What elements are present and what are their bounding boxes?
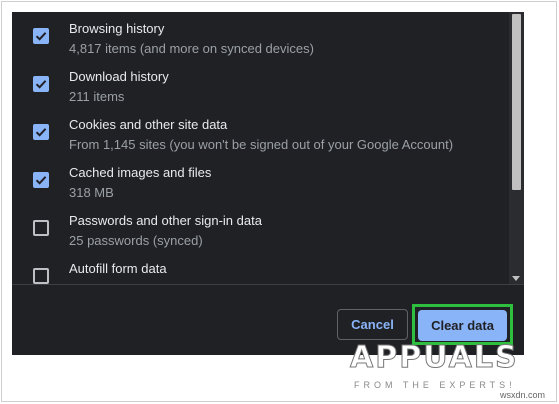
item-autofill[interactable]: Autofill form data [12,252,508,284]
checkbox-checked-icon[interactable] [33,76,49,92]
item-subtitle: From 1,145 sites (you won't be signed ou… [69,137,454,152]
checkbox-checked-icon[interactable] [33,124,49,140]
clear-data-button[interactable]: Clear data [418,310,507,341]
watermark-text: wsxdn.com [500,390,546,400]
checkbox-unchecked-icon[interactable] [33,268,49,284]
item-browsing-history[interactable]: Browsing history 4,817 items (and more o… [12,12,508,60]
item-title: Cookies and other site data [69,117,228,132]
item-title: Autofill form data [69,261,167,276]
data-type-list: Browsing history 4,817 items (and more o… [12,12,508,284]
item-subtitle: 318 MB [69,185,114,200]
cancel-button[interactable]: Cancel [337,309,408,340]
item-cached-images[interactable]: Cached images and files 318 MB [12,156,508,204]
screenshot-frame: Browsing history 4,817 items (and more o… [1,1,557,402]
footer-divider [12,284,524,285]
item-title: Download history [69,69,169,84]
item-cookies[interactable]: Cookies and other site data From 1,145 s… [12,108,508,156]
item-subtitle: 211 items [69,89,125,104]
item-title: Cached images and files [69,165,212,180]
item-title: Passwords and other sign-in data [69,213,262,228]
item-download-history[interactable]: Download history 211 items [12,60,508,108]
item-subtitle: 25 passwords (synced) [69,233,203,248]
logo-text: APPUALS [350,340,519,376]
list-scrollbar[interactable] [509,12,524,284]
checkbox-unchecked-icon[interactable] [33,220,49,236]
item-passwords[interactable]: Passwords and other sign-in data 25 pass… [12,204,508,252]
clear-browsing-data-dialog: Browsing history 4,817 items (and more o… [12,12,524,355]
checkbox-checked-icon[interactable] [33,28,49,44]
item-title: Browsing history [69,21,165,36]
item-subtitle: 4,817 items (and more on synced devices) [69,41,314,56]
scroll-down-arrow-icon[interactable] [512,276,520,281]
checkbox-checked-icon[interactable] [33,172,49,188]
logo-tagline: FROM THE EXPERTS! [354,380,516,390]
scrollbar-thumb[interactable] [512,14,521,190]
